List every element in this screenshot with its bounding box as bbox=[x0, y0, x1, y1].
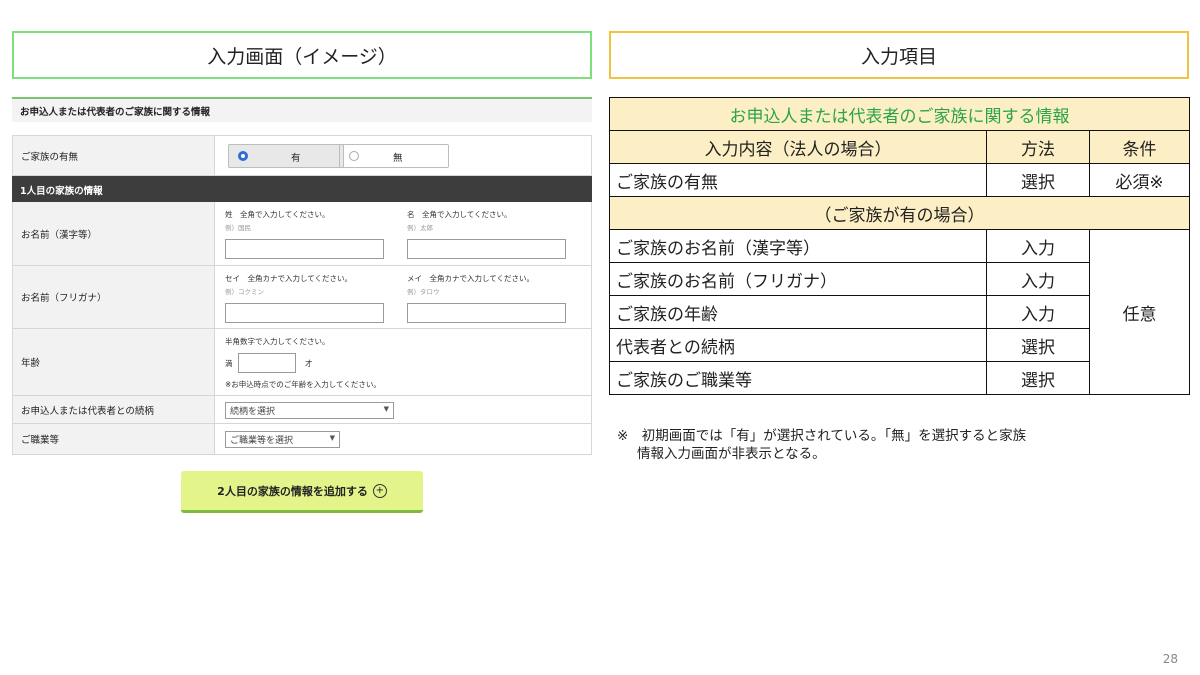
job-select[interactable]: ご職業等を選択 ▼ bbox=[225, 431, 340, 448]
sei-kana-hint: セイ 全角カナで入力してください。 bbox=[225, 274, 353, 283]
mei-kana-input[interactable] bbox=[407, 303, 566, 323]
age-hint: 半角数字で入力してください。 bbox=[225, 337, 330, 346]
sei-input[interactable] bbox=[225, 239, 384, 259]
age-note: ※お申込時点でのご年齢を入力してください。 bbox=[225, 380, 381, 389]
table-subheader: （ご家族が有の場合） bbox=[608, 196, 1191, 230]
job-label: ご職業等 bbox=[13, 424, 215, 454]
input-items-header: 入力項目 bbox=[609, 31, 1189, 79]
relation-select[interactable]: 続柄を選択 ▼ bbox=[225, 402, 394, 419]
add-second-family-button[interactable]: 2人目の家族の情報を追加する + bbox=[181, 471, 423, 513]
col-content-header: 入力内容（法人の場合） bbox=[609, 130, 987, 164]
sei-kana-input[interactable] bbox=[225, 303, 384, 323]
sei-example: 例）国民 bbox=[225, 224, 251, 232]
sei-kana-example: 例）コクミン bbox=[225, 288, 264, 296]
name-kanji-row: お名前（漢字等） 姓 全角で入力してください。 例）国民 名 全角で入力してくだ… bbox=[12, 202, 592, 266]
job-row: ご職業等 ご職業等を選択 ▼ bbox=[12, 424, 592, 455]
name-kanji-label: お名前（漢字等） bbox=[13, 202, 215, 265]
table-row: ご家族のお名前（漢字等） 入力 任意 bbox=[609, 229, 1191, 395]
radio-yes[interactable]: 有 bbox=[228, 144, 344, 168]
age-suffix: 才 bbox=[305, 359, 313, 368]
mei-kana-example: 例）タロウ bbox=[407, 288, 440, 296]
plus-circle-icon: + bbox=[372, 483, 387, 498]
mei-input[interactable] bbox=[407, 239, 566, 259]
first-family-section-title: 1人目の家族の情報 bbox=[12, 176, 592, 202]
age-row: 年齢 半角数字で入力してください。 満 才 ※お申込時点でのご年齢を入力してくだ… bbox=[12, 329, 592, 396]
radio-no[interactable]: 無 bbox=[339, 144, 449, 168]
input-screen-header: 入力画面（イメージ） bbox=[12, 31, 592, 79]
age-prefix: 満 bbox=[225, 359, 233, 368]
age-label: 年齢 bbox=[13, 329, 215, 395]
dropdown-arrow-icon: ▼ bbox=[329, 434, 335, 442]
form-title: お申込人または代表者のご家族に関する情報 bbox=[12, 97, 592, 122]
sei-hint: 姓 全角で入力してください。 bbox=[225, 210, 330, 219]
relation-row: お申込人または代表者との続柄 続柄を選択 ▼ bbox=[12, 396, 592, 424]
table-row: ご家族の有無 選択 必須※ bbox=[609, 163, 1191, 197]
name-kana-row: お名前（フリガナ） セイ 全角カナで入力してください。 例）コクミン メイ 全角… bbox=[12, 266, 592, 329]
col-condition-header: 条件 bbox=[1088, 130, 1191, 164]
table-title: お申込人または代表者のご家族に関する情報 bbox=[608, 97, 1191, 131]
radio-selected-icon bbox=[238, 151, 248, 161]
col-method-header: 方法 bbox=[986, 130, 1090, 164]
optional-cell: 任意 bbox=[1088, 229, 1191, 395]
mei-hint: 名 全角で入力してください。 bbox=[407, 210, 512, 219]
radio-unselected-icon bbox=[349, 151, 359, 161]
page-number: 28 bbox=[1162, 652, 1178, 666]
mei-example: 例）太郎 bbox=[407, 224, 433, 232]
name-kana-label: お名前（フリガナ） bbox=[13, 266, 215, 328]
input-items-table: お申込人または代表者のご家族に関する情報 入力内容（法人の場合） 方法 条件 ご… bbox=[608, 97, 1191, 395]
age-input[interactable] bbox=[238, 353, 296, 373]
family-presence-row: ご家族の有無 有 無 bbox=[12, 135, 592, 176]
relation-label: お申込人または代表者との続柄 bbox=[13, 396, 215, 423]
mei-kana-hint: メイ 全角カナで入力してください。 bbox=[407, 274, 535, 283]
dropdown-arrow-icon: ▼ bbox=[383, 405, 389, 413]
footnote: ※ 初期画面では「有」が選択されている。「無」を選択すると家族 情報入力画面が非… bbox=[617, 428, 1027, 462]
family-presence-label: ご家族の有無 bbox=[13, 136, 215, 175]
